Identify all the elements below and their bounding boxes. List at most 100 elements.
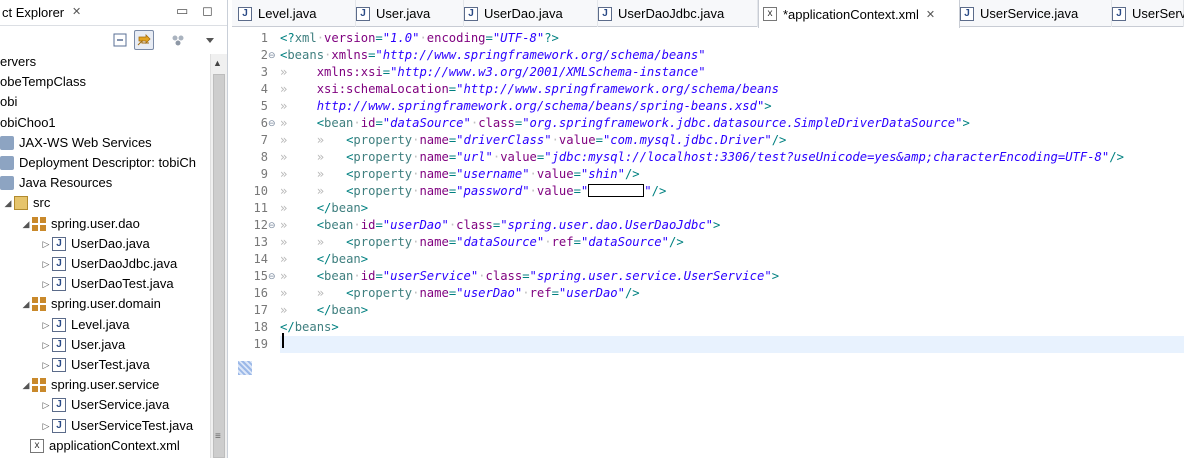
expand-icon[interactable]: ▷ bbox=[40, 395, 52, 415]
code-token: bean bbox=[331, 252, 361, 266]
code-token: · bbox=[316, 31, 325, 45]
tree-item[interactable]: x applicationContext.xml bbox=[20, 436, 180, 456]
link-with-editor-icon[interactable] bbox=[134, 30, 154, 50]
explorer-scrollbar[interactable]: ▲ ≡ bbox=[210, 54, 227, 458]
fold-toggle-icon[interactable]: ⊖ bbox=[268, 47, 276, 64]
tree-item[interactable]: ◢ spring.user.service bbox=[20, 375, 159, 395]
code-line[interactable]: » » <property·name="password"·value=" "/> bbox=[280, 183, 1184, 200]
code-line[interactable]: <beans·xmlns="http://www.springframework… bbox=[280, 47, 1184, 64]
tree-item[interactable]: Java Resources bbox=[0, 173, 112, 193]
expand-icon[interactable]: ▷ bbox=[40, 234, 52, 254]
expand-icon[interactable]: ▷ bbox=[40, 335, 52, 355]
code-token: = bbox=[522, 269, 530, 283]
code-token: ref bbox=[529, 286, 552, 300]
expand-collapse-icon[interactable]: ◢ bbox=[20, 294, 32, 314]
code-line[interactable]: » <bean·id="userService"·class="spring.u… bbox=[280, 268, 1184, 285]
expand-icon[interactable]: ▷ bbox=[40, 355, 52, 375]
tree-item[interactable]: ▷ J Level.java bbox=[40, 315, 130, 335]
code-token: value bbox=[558, 133, 596, 147]
code-area[interactable]: <?xml·version="1.0"·encoding="UTF-8"?> <b… bbox=[280, 27, 1184, 458]
tree-item[interactable]: ▷ J User.java bbox=[40, 335, 125, 355]
editor-tab[interactable]: J UserDaoJdbc.java bbox=[598, 0, 758, 27]
tree-item-label: UserDao.java bbox=[71, 235, 150, 251]
code-line[interactable]: » xsi:schemaLocation="http://www.springf… bbox=[280, 81, 1184, 98]
code-line[interactable]: » xmlns:xsi="http://www.w3.org/2001/XMLS… bbox=[280, 64, 1184, 81]
code-token: ref bbox=[551, 235, 574, 249]
tree-item[interactable]: JAX-WS Web Services bbox=[0, 133, 152, 153]
code-token: http://www.springframework.org/schema/be… bbox=[316, 99, 765, 113]
line-number: 14 bbox=[253, 252, 268, 266]
tree-item[interactable]: obiChoo1 bbox=[0, 113, 56, 133]
code-line[interactable]: » </bean> bbox=[280, 200, 1184, 217]
expand-icon[interactable]: ▷ bbox=[40, 274, 52, 294]
expand-collapse-icon[interactable]: ◢ bbox=[20, 214, 32, 234]
code-line[interactable]: » </bean> bbox=[280, 302, 1184, 319]
editor-tab[interactable]: J UserService.java bbox=[960, 0, 1112, 27]
code-line[interactable] bbox=[280, 336, 1184, 353]
line-number: 18 bbox=[253, 320, 268, 334]
code-token: encoding bbox=[426, 31, 486, 45]
code-line[interactable]: » » <property·name="username"·value="shi… bbox=[280, 166, 1184, 183]
code-token: » bbox=[316, 167, 332, 181]
fold-toggle-icon[interactable]: ⊖ bbox=[268, 268, 276, 285]
code-line[interactable]: » <bean·id="userDao"·class="spring.user.… bbox=[280, 217, 1184, 234]
close-icon[interactable]: ✕ bbox=[926, 8, 935, 21]
code-token: name bbox=[419, 150, 449, 164]
code-token: "userDao" bbox=[558, 286, 625, 300]
editor-tab[interactable]: J User.java bbox=[356, 0, 464, 27]
tree-item[interactable]: ▷ J UserService.java bbox=[40, 395, 169, 415]
tree-item[interactable]: ervers bbox=[0, 52, 36, 72]
project-explorer-title[interactable]: ct Explorer bbox=[2, 5, 64, 20]
expand-icon[interactable]: ▷ bbox=[40, 254, 52, 274]
code-token: = bbox=[375, 269, 383, 283]
tree-item[interactable]: ▷ J UserTest.java bbox=[40, 355, 150, 375]
line-number: 9 bbox=[260, 167, 268, 181]
expand-icon[interactable]: ▷ bbox=[40, 416, 52, 436]
code-line[interactable]: » » <property·name="driverClass"·value="… bbox=[280, 132, 1184, 149]
tree-item[interactable]: Deployment Descriptor: tobiCh bbox=[0, 153, 196, 173]
scroll-up-icon[interactable]: ▲ bbox=[213, 58, 222, 68]
expand-icon[interactable]: ▷ bbox=[40, 315, 52, 335]
code-line[interactable]: » </bean> bbox=[280, 251, 1184, 268]
code-token: "driverClass" bbox=[456, 133, 552, 147]
code-token: "http://www.w3.org/2001/XMLSchema-instan… bbox=[390, 65, 706, 79]
tree-item[interactable]: obeTempClass bbox=[0, 72, 86, 92]
editor-tab[interactable]: J UserServ bbox=[1112, 0, 1184, 27]
code-token: id bbox=[360, 269, 376, 283]
maximize-icon[interactable]: ◻ bbox=[202, 3, 213, 19]
java-file-icon: J bbox=[52, 358, 66, 372]
fold-toggle-icon[interactable]: ⊖ bbox=[268, 115, 276, 132]
code-line[interactable]: » » <property·name="userDao"·ref="userDa… bbox=[280, 285, 1184, 302]
code-line[interactable]: » » <property·name="url"·value="jdbc:mys… bbox=[280, 149, 1184, 166]
scrollbar-thumb[interactable]: ≡ bbox=[213, 74, 225, 458]
code-token: > bbox=[713, 218, 721, 232]
editor-tab[interactable]: J Level.java bbox=[238, 0, 356, 27]
tree-item-label: obeTempClass bbox=[0, 74, 86, 90]
code-line[interactable]: </beans> bbox=[280, 319, 1184, 336]
focus-icon[interactable] bbox=[168, 30, 188, 50]
code-token: "spring.user.service.UserService" bbox=[529, 269, 772, 283]
code-line[interactable]: » http://www.springframework.org/schema/… bbox=[280, 98, 1184, 115]
fold-toggle-icon[interactable]: ⊖ bbox=[268, 217, 276, 234]
editor-tab[interactable]: J UserDao.java bbox=[464, 0, 598, 27]
close-icon[interactable]: ✕ bbox=[72, 5, 81, 18]
tree-item[interactable]: ▷ J UserServiceTest.java bbox=[40, 416, 193, 436]
expand-collapse-icon[interactable]: ◢ bbox=[2, 193, 14, 213]
view-menu-icon[interactable] bbox=[200, 30, 220, 50]
project-explorer-tab[interactable]: ct Explorer ✕ ▭ ◻ bbox=[0, 0, 227, 26]
collapse-all-icon[interactable] bbox=[110, 30, 130, 50]
code-token: > bbox=[360, 303, 369, 317]
tree-item[interactable]: ▷ J UserDao.java bbox=[40, 234, 150, 254]
tree-item[interactable]: obi bbox=[0, 92, 17, 112]
tree-item[interactable]: ▷ J UserDaoJdbc.java bbox=[40, 254, 177, 274]
tree-item[interactable]: ◢ spring.user.domain bbox=[20, 294, 161, 314]
minimize-icon[interactable]: ▭ bbox=[176, 3, 188, 19]
tree-item[interactable]: ◢ spring.user.dao bbox=[20, 214, 140, 234]
code-line[interactable]: » » <property·name="dataSource"·ref="dat… bbox=[280, 234, 1184, 251]
code-line[interactable]: <?xml·version="1.0"·encoding="UTF-8"?> bbox=[280, 30, 1184, 47]
code-line[interactable]: » <bean·id="dataSource"·class="org.sprin… bbox=[280, 115, 1184, 132]
expand-collapse-icon[interactable]: ◢ bbox=[20, 375, 32, 395]
tree-item[interactable]: ◢ src bbox=[2, 193, 50, 213]
tree-item[interactable]: ▷ J UserDaoTest.java bbox=[40, 274, 174, 294]
editor-tab[interactable]: x *applicationContext.xml ✕ bbox=[758, 0, 960, 28]
